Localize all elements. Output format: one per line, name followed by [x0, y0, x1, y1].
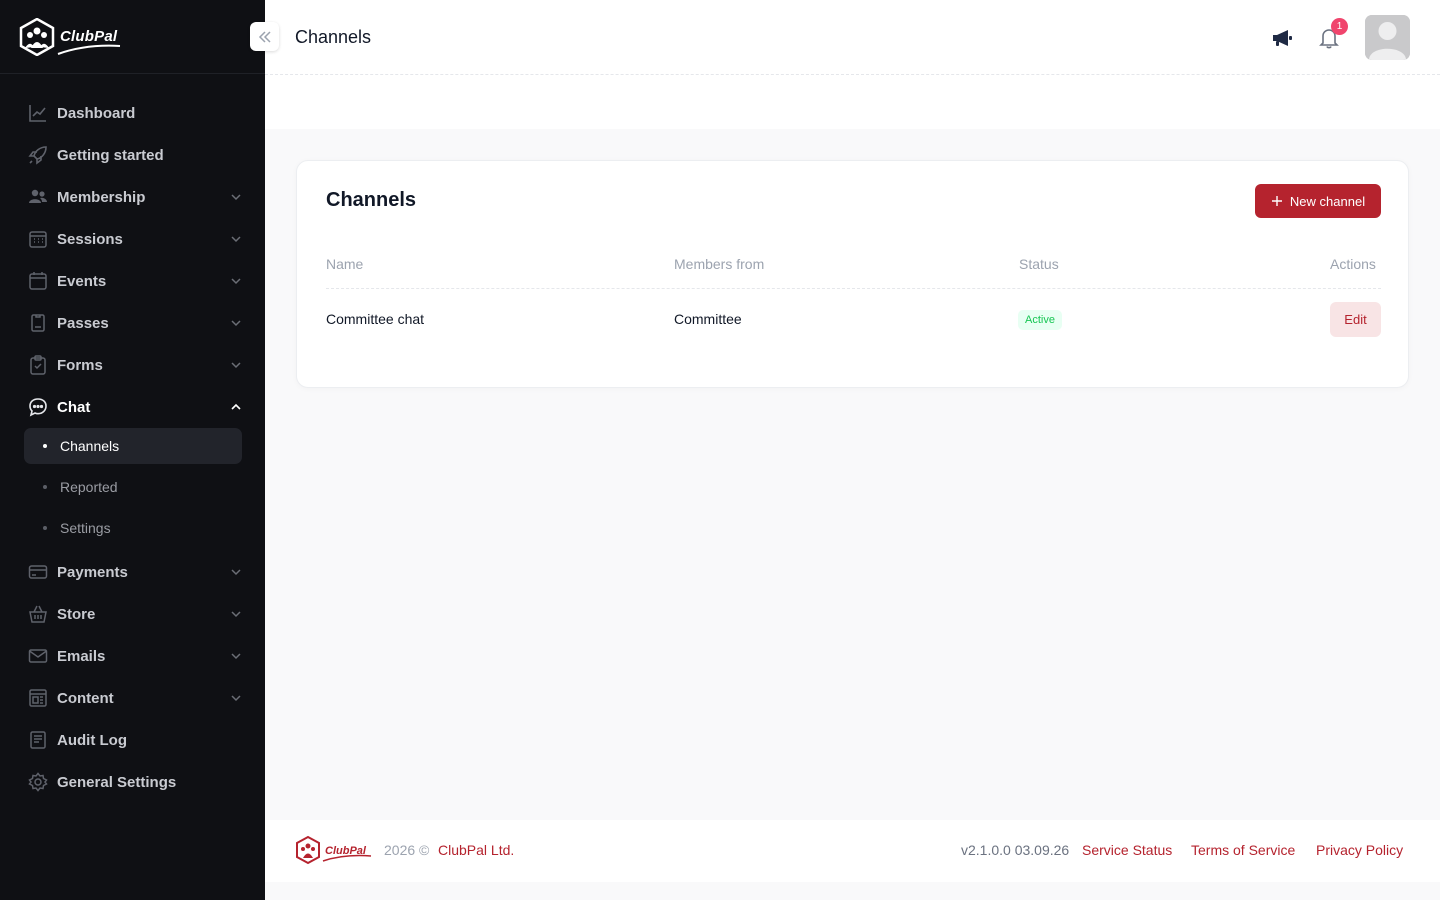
column-header-members-from[interactable]: Members from	[674, 256, 764, 272]
chat-submenu: Channels Reported Settings	[24, 428, 242, 546]
chevron-down-icon	[231, 362, 241, 369]
sidebar-item-audit-log[interactable]: Audit Log	[24, 719, 242, 761]
credit-card-icon	[27, 561, 49, 583]
gear-icon	[27, 771, 49, 793]
sidebar-collapse-button[interactable]	[250, 22, 279, 51]
sidebar-item-dashboard[interactable]: Dashboard	[24, 92, 242, 134]
user-avatar-icon	[1365, 15, 1410, 60]
sidebar: ClubPal Dashboard Getting started Member…	[0, 0, 265, 900]
chevron-down-icon	[231, 320, 241, 327]
channel-members-from: Committee	[674, 311, 742, 327]
edit-button[interactable]: Edit	[1330, 302, 1381, 337]
sidebar-subitem-reported[interactable]: Reported	[24, 469, 242, 505]
sidebar-subitem-settings[interactable]: Settings	[24, 510, 242, 546]
sidebar-item-label: Emails	[57, 647, 106, 665]
sidebar-item-sessions[interactable]: Sessions	[24, 218, 242, 260]
footer-version: v2.1.0.0 03.09.26	[961, 842, 1070, 858]
chat-icon	[27, 396, 49, 418]
pass-icon	[27, 312, 49, 334]
brand-swoosh-icon	[57, 44, 121, 55]
sidebar-item-passes[interactable]: Passes	[24, 302, 242, 344]
sidebar-item-label: Audit Log	[57, 731, 127, 749]
sidebar-subitem-channels[interactable]: Channels	[24, 428, 242, 464]
new-channel-label: New channel	[1289, 193, 1366, 209]
toolbar-area	[265, 75, 1440, 129]
sidebar-subitem-label: Settings	[60, 520, 111, 536]
sidebar-item-payments[interactable]: Payments	[24, 551, 242, 593]
bullet-icon	[43, 485, 47, 489]
sidebar-nav: Dashboard Getting started Membership Ses…	[24, 92, 242, 803]
footer-company-link[interactable]: ClubPal Ltd.	[438, 842, 514, 858]
sidebar-item-label: Payments	[57, 563, 128, 581]
chevron-up-icon	[231, 403, 241, 410]
brand: ClubPal	[0, 0, 265, 74]
column-header-status[interactable]: Status	[1019, 256, 1059, 272]
double-chevron-left-icon	[258, 30, 271, 43]
channel-name: Committee chat	[326, 311, 425, 327]
service-status-link[interactable]: Service Status	[1082, 842, 1172, 858]
clubpal-footer-logo-icon: ClubPal	[296, 835, 372, 865]
privacy-policy-link[interactable]: Privacy Policy	[1316, 842, 1403, 858]
sidebar-item-chat[interactable]: Chat	[24, 386, 242, 428]
sidebar-item-label: Dashboard	[57, 104, 136, 122]
new-channel-button[interactable]: New channel	[1255, 184, 1381, 218]
clipboard-icon	[27, 354, 49, 376]
chevron-down-icon	[231, 653, 241, 660]
sidebar-item-events[interactable]: Events	[24, 260, 242, 302]
column-header-actions: Actions	[1330, 256, 1376, 272]
chevron-down-icon	[231, 695, 241, 702]
sidebar-item-label: Events	[57, 272, 107, 290]
chevron-down-icon	[231, 194, 241, 201]
bullet-icon	[43, 526, 47, 530]
footer: ClubPal 2026 © ClubPal Ltd. v2.1.0.0 03.…	[265, 820, 1440, 882]
sidebar-item-label: Passes	[57, 314, 109, 332]
basket-icon	[27, 603, 49, 625]
column-header-name[interactable]: Name	[326, 256, 363, 272]
calendar-icon	[27, 270, 49, 292]
sidebar-item-content[interactable]: Content	[24, 677, 242, 719]
table-divider	[326, 288, 1381, 289]
document-list-icon	[27, 729, 49, 751]
avatar[interactable]	[1365, 15, 1410, 60]
footer-year: 2026 ©	[384, 842, 430, 858]
status-badge: Active	[1018, 310, 1062, 330]
announcement-button[interactable]	[1270, 26, 1294, 50]
sidebar-item-membership[interactable]: Membership	[24, 176, 242, 218]
megaphone-icon	[1273, 30, 1292, 46]
clubpal-logo-icon[interactable]	[19, 18, 55, 56]
users-icon	[27, 186, 49, 208]
chart-line-icon	[27, 102, 49, 124]
sidebar-item-label: Chat	[57, 398, 91, 416]
bullet-icon	[43, 444, 47, 448]
top-header: Channels	[265, 0, 1440, 75]
sidebar-item-label: Getting started	[57, 146, 164, 164]
sidebar-item-label: Membership	[57, 188, 146, 206]
calendar-grid-icon	[27, 228, 49, 250]
sidebar-item-label: Content	[57, 689, 114, 707]
sidebar-item-label: General Settings	[57, 773, 177, 791]
page-title: Channels	[295, 27, 372, 47]
terms-of-service-link[interactable]: Terms of Service	[1191, 842, 1295, 858]
sidebar-item-forms[interactable]: Forms	[24, 344, 242, 386]
rocket-icon	[27, 144, 49, 166]
envelope-icon	[27, 645, 49, 667]
layout-icon	[27, 687, 49, 709]
sidebar-subitem-label: Channels	[60, 438, 120, 454]
sidebar-item-emails[interactable]: Emails	[24, 635, 242, 677]
channels-card: Channels New channel Name Members from S…	[296, 160, 1409, 388]
sidebar-item-label: Store	[57, 605, 96, 623]
chevron-down-icon	[231, 611, 241, 618]
chevron-down-icon	[231, 236, 241, 243]
sidebar-item-store[interactable]: Store	[24, 593, 242, 635]
sidebar-item-general-settings[interactable]: General Settings	[24, 761, 242, 803]
chevron-down-icon	[231, 569, 241, 576]
sidebar-item-label: Forms	[57, 356, 103, 374]
sidebar-subitem-label: Reported	[60, 479, 118, 495]
chevron-down-icon	[231, 278, 241, 285]
sidebar-item-label: Sessions	[57, 230, 123, 248]
plus-icon	[1271, 196, 1282, 206]
notification-badge: 1	[1331, 18, 1348, 35]
card-title: Channels	[326, 189, 417, 211]
sidebar-item-getting-started[interactable]: Getting started	[24, 134, 242, 176]
